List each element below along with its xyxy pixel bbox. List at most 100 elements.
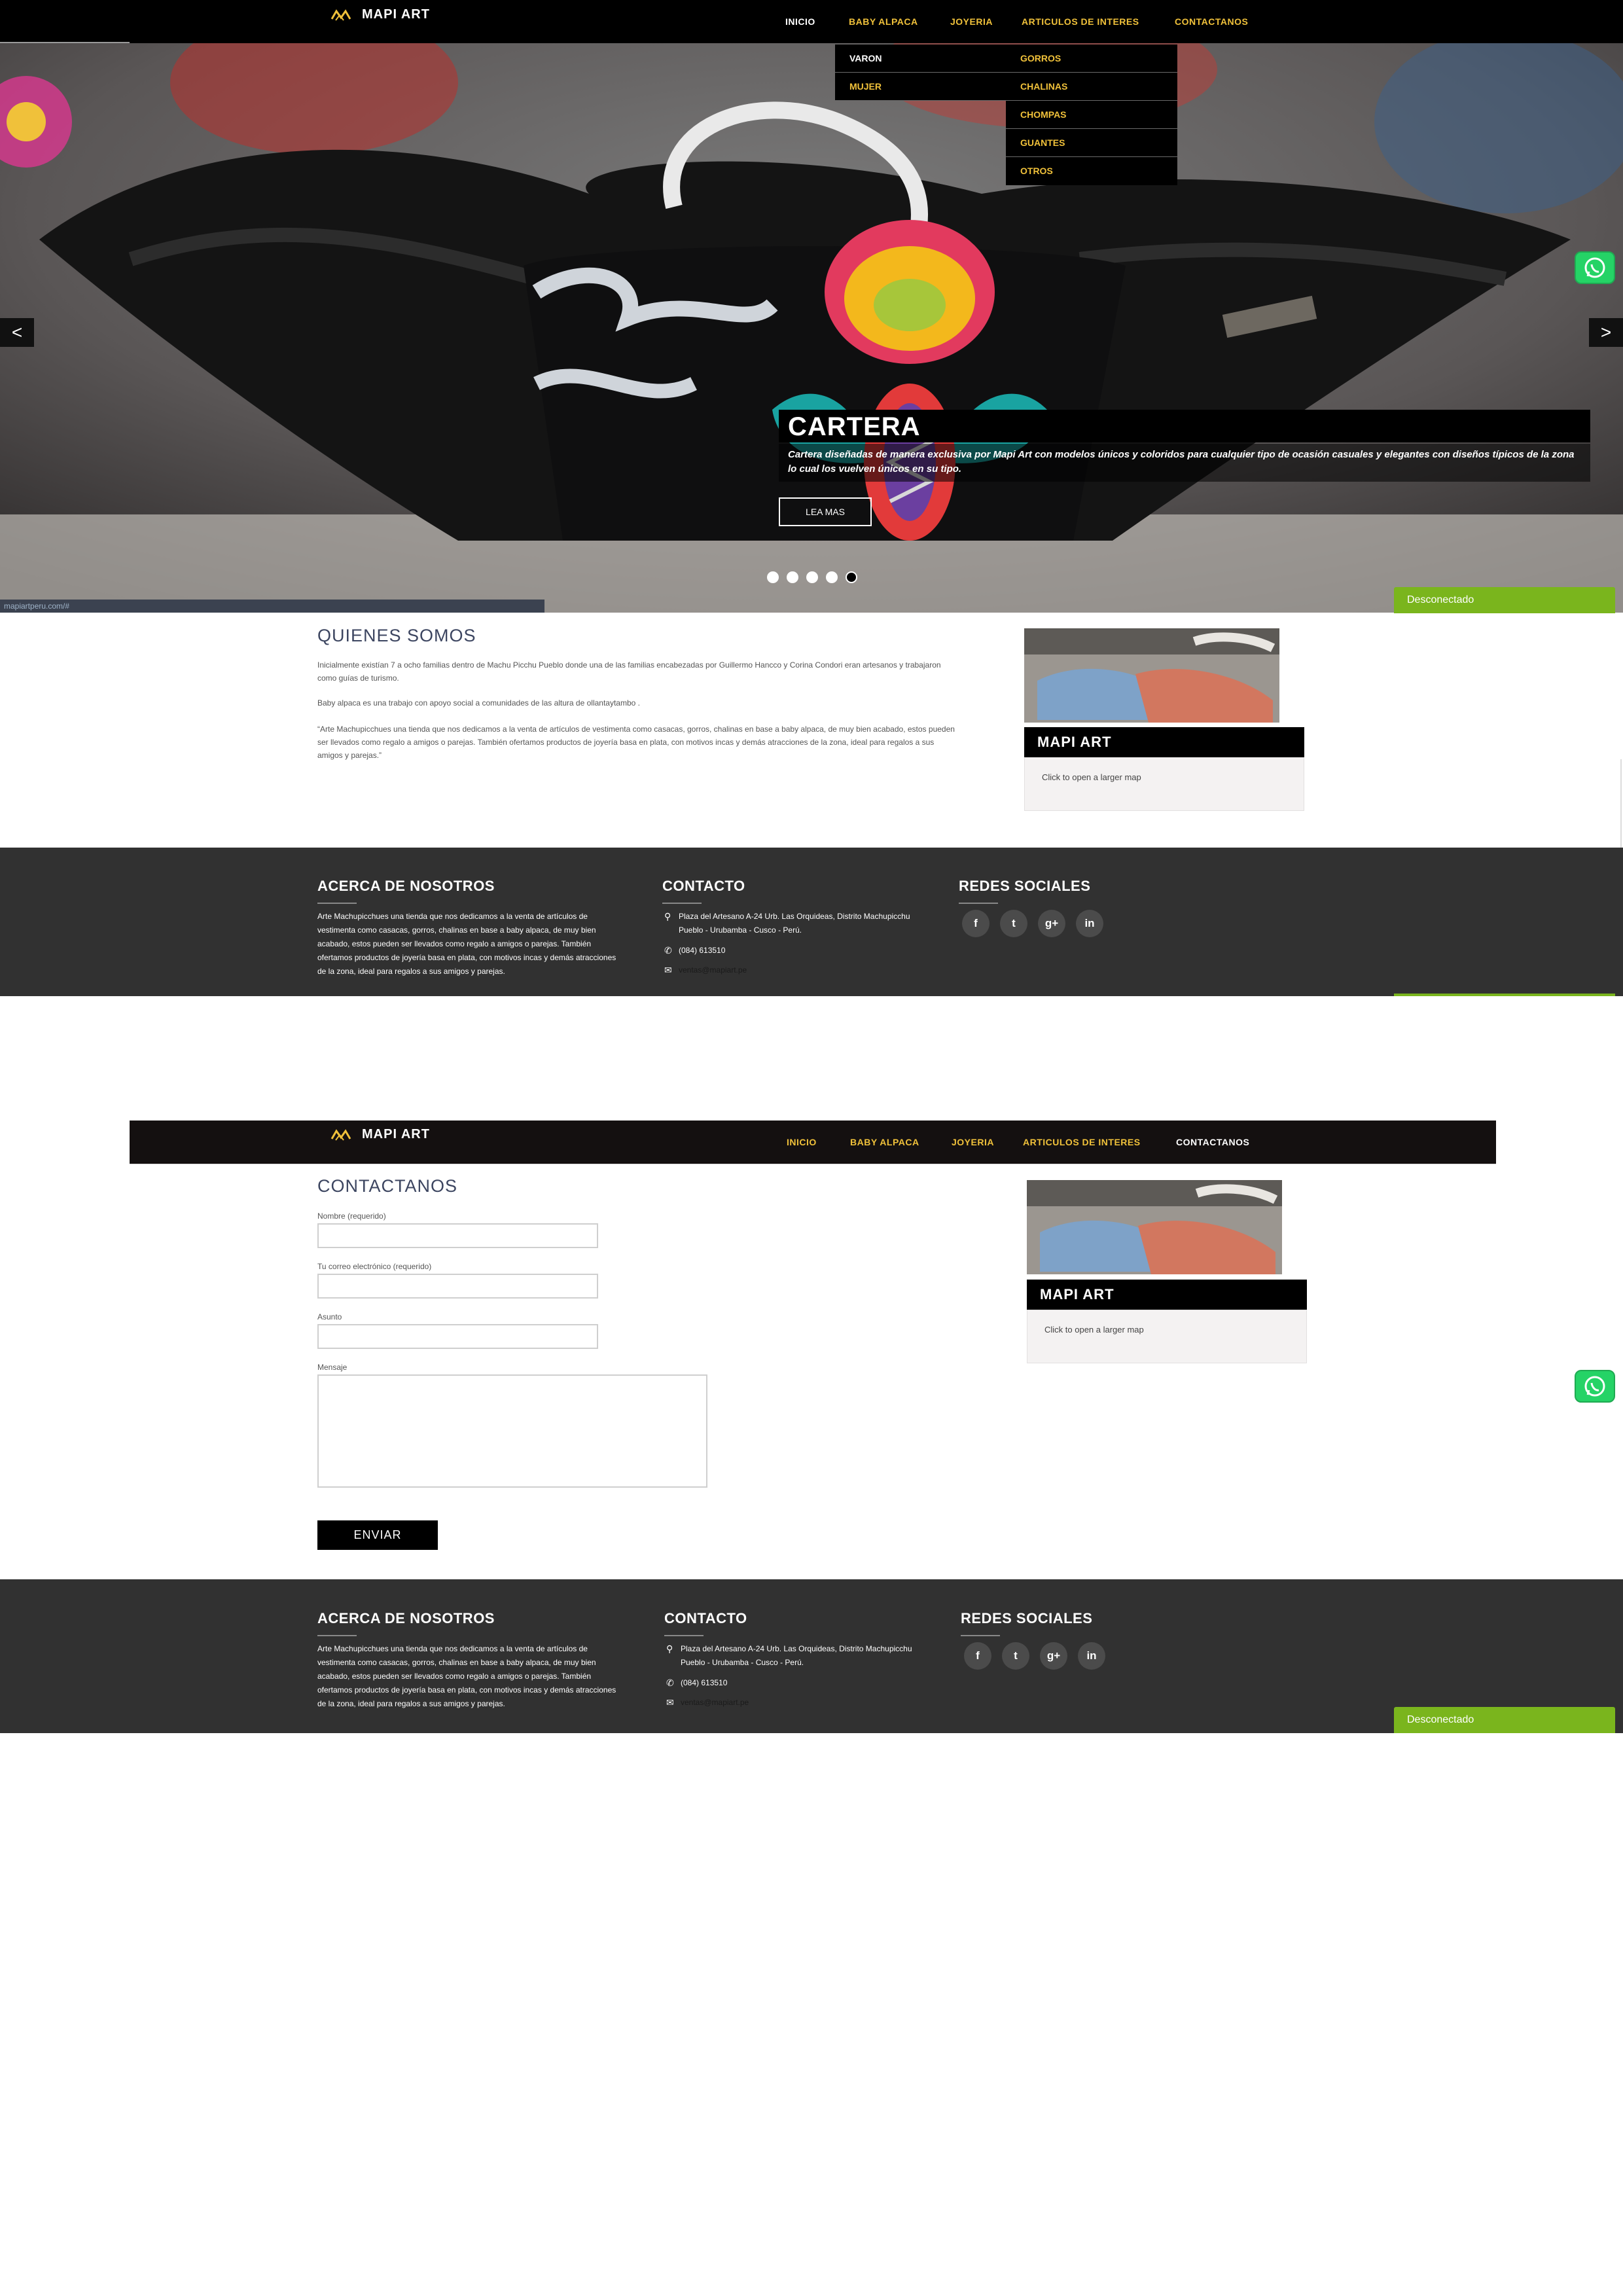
map-link[interactable]: Click to open a larger map bbox=[1042, 772, 1141, 782]
brand-name: MAPI ART bbox=[362, 7, 430, 22]
footer-contact-title: CONTACTO bbox=[664, 1610, 747, 1636]
whatsapp-icon bbox=[1584, 257, 1605, 278]
chat-status-pill-2[interactable]: Desconectado bbox=[1394, 1707, 1615, 1733]
message-textarea[interactable] bbox=[317, 1374, 707, 1488]
contact-title: CONTACTANOS bbox=[317, 1176, 458, 1196]
sidebar-title: MAPI ART bbox=[1024, 727, 1304, 757]
footer-address: ⚲ Plaza del Artesano A-24 Urb. Las Orqui… bbox=[666, 1642, 915, 1670]
dropdown-item-guantes[interactable]: GUANTES bbox=[1006, 129, 1177, 157]
email-input[interactable] bbox=[317, 1274, 598, 1299]
name-input[interactable] bbox=[317, 1223, 598, 1248]
nav-joyeria[interactable]: JOYERIA bbox=[952, 1137, 994, 1147]
sidebar-product-image bbox=[1024, 628, 1279, 723]
site-logo-2[interactable]: MAPI ART bbox=[330, 1127, 430, 1142]
slider-dot-3[interactable] bbox=[806, 571, 818, 583]
map-pin-icon: ⚲ bbox=[666, 1643, 673, 1654]
subject-label: Asunto bbox=[317, 1312, 342, 1321]
footer-address-text: Plaza del Artesano A-24 Urb. Las Orquide… bbox=[681, 1644, 912, 1667]
phone-icon: ✆ bbox=[664, 945, 672, 956]
dropdown-item-otros[interactable]: OTROS bbox=[1006, 157, 1177, 185]
nav-baby-alpaca[interactable]: BABY ALPACA bbox=[850, 1137, 919, 1147]
linkedin-icon[interactable]: in bbox=[1076, 910, 1103, 937]
footer-phone-text: (084) 613510 bbox=[681, 1678, 728, 1687]
mail-icon: ✉ bbox=[666, 1697, 674, 1708]
facebook-icon[interactable]: f bbox=[962, 910, 990, 937]
footer-phone: ✆ (084) 613510 bbox=[666, 1676, 727, 1690]
footer-contact-title: CONTACTO bbox=[662, 878, 745, 904]
nav-contactanos[interactable]: CONTACTANOS bbox=[1176, 1137, 1249, 1147]
top-navbar: MAPI ART INICIO BABY ALPACA JOYERIA ARTI… bbox=[0, 0, 1623, 43]
sidebar-product-image-2 bbox=[1027, 1180, 1282, 1274]
dropdown-item-chalinas[interactable]: CHALINAS bbox=[1006, 73, 1177, 101]
about-title: QUIENES SOMOS bbox=[317, 626, 476, 645]
dropdown-item-chompas[interactable]: CHOMPAS bbox=[1006, 101, 1177, 129]
sidebar-title-2: MAPI ART bbox=[1027, 1280, 1307, 1310]
nav-inicio[interactable]: INICIO bbox=[785, 16, 815, 27]
linkedin-icon[interactable]: in bbox=[1078, 1642, 1105, 1670]
footer-address: ⚲ Plaza del Artesano A-24 Urb. Las Orqui… bbox=[664, 910, 913, 937]
slider-dot-2[interactable] bbox=[787, 571, 798, 583]
sidebar-map-box-2: Click to open a larger map bbox=[1027, 1310, 1307, 1363]
google-plus-icon[interactable]: g+ bbox=[1038, 910, 1065, 937]
whatsapp-button-2[interactable] bbox=[1575, 1370, 1615, 1403]
footer-email-text[interactable]: ventas@mapiart.pe bbox=[679, 963, 747, 977]
map-link[interactable]: Click to open a larger map bbox=[1044, 1325, 1144, 1335]
message-label: Mensaje bbox=[317, 1363, 348, 1372]
footer-social-title: REDES SOCIALES bbox=[961, 1610, 1093, 1636]
email-label: Tu correo electrónico (requerido) bbox=[317, 1262, 432, 1271]
hero-slider: < > CARTERA Cartera diseñadas de manera … bbox=[0, 43, 1623, 613]
twitter-icon[interactable]: t bbox=[1000, 910, 1027, 937]
hero-bag-image bbox=[0, 43, 1623, 613]
slider-prev-button[interactable]: < bbox=[0, 318, 34, 347]
lea-mas-button[interactable]: LEA MAS bbox=[779, 497, 872, 526]
footer-email-text[interactable]: ventas@mapiart.pe bbox=[681, 1696, 749, 1710]
brand-name: MAPI ART bbox=[362, 1127, 430, 1141]
gloves-photo bbox=[1024, 628, 1279, 723]
chat-status-pill[interactable]: Desconectado bbox=[1394, 587, 1615, 613]
status-url-strip: mapiartperu.com/# bbox=[0, 600, 544, 613]
twitter-icon[interactable]: t bbox=[1002, 1642, 1029, 1670]
site-logo[interactable]: MAPI ART bbox=[330, 7, 430, 22]
sidebar-map-box: Click to open a larger map bbox=[1024, 757, 1304, 811]
enviar-button[interactable]: ENVIAR bbox=[317, 1520, 438, 1550]
slider-dot-1[interactable] bbox=[767, 571, 779, 583]
name-label: Nombre (requerido) bbox=[317, 1211, 386, 1221]
footer-social-title: REDES SOCIALES bbox=[959, 878, 1091, 904]
footer-about-title: ACERCA DE NOSOTROS bbox=[317, 878, 495, 904]
nav-articulos-de-interes[interactable]: ARTICULOS DE INTERES bbox=[1022, 16, 1139, 27]
about-paragraph-3: “Arte Machupicchues una tienda que nos d… bbox=[317, 725, 955, 760]
nav-joyeria[interactable]: JOYERIA bbox=[950, 16, 993, 27]
slide-title: CARTERA bbox=[779, 410, 1590, 442]
footer-address-text: Plaza del Artesano A-24 Urb. Las Orquide… bbox=[679, 912, 910, 935]
chat-status-edge bbox=[1394, 994, 1615, 996]
mapi-logo-icon bbox=[330, 1128, 351, 1141]
footer-email: ✉ ventas@mapiart.pe bbox=[666, 1696, 749, 1710]
footer-phone-text: (084) 613510 bbox=[679, 946, 726, 955]
whatsapp-button[interactable] bbox=[1575, 251, 1615, 284]
nav-articulos-de-interes[interactable]: ARTICULOS DE INTERES bbox=[1023, 1137, 1141, 1147]
slider-next-button[interactable]: > bbox=[1589, 318, 1623, 347]
footer-about-text: Arte Machupicchues una tienda que nos de… bbox=[317, 912, 616, 976]
slider-dot-5[interactable] bbox=[846, 571, 857, 583]
subject-input[interactable] bbox=[317, 1324, 598, 1349]
nav-contactanos[interactable]: CONTACTANOS bbox=[1175, 16, 1248, 27]
facebook-icon[interactable]: f bbox=[964, 1642, 991, 1670]
mail-icon: ✉ bbox=[664, 965, 672, 975]
slide-description: Cartera diseñadas de manera exclusiva po… bbox=[779, 444, 1590, 482]
footer-top: ACERCA DE NOSOTROS Arte Machupicchues un… bbox=[0, 848, 1623, 996]
footer-email: ✉ ventas@mapiart.pe bbox=[664, 963, 747, 977]
nav-inicio[interactable]: INICIO bbox=[787, 1137, 817, 1147]
slider-dot-4[interactable] bbox=[826, 571, 838, 583]
footer-phone: ✆ (084) 613510 bbox=[664, 944, 725, 958]
phone-icon: ✆ bbox=[666, 1677, 674, 1688]
about-paragraph-2: Baby alpaca es una trabajo con apoyo soc… bbox=[317, 698, 640, 708]
top-navbar-contact: MAPI ART INICIO BABY ALPACA JOYERIA ARTI… bbox=[130, 1121, 1496, 1164]
gloves-photo bbox=[1027, 1180, 1282, 1274]
scroll-edge-line bbox=[1620, 759, 1622, 851]
dropdown-item-gorros[interactable]: GORROS bbox=[1006, 45, 1177, 73]
mapi-logo-icon bbox=[330, 9, 351, 21]
nav-baby-alpaca[interactable]: BABY ALPACA bbox=[849, 16, 918, 27]
about-paragraph-1: Inicialmente existían 7 a ocho familias … bbox=[317, 660, 941, 683]
footer-about-text: Arte Machupicchues una tienda que nos de… bbox=[317, 1644, 616, 1708]
google-plus-icon[interactable]: g+ bbox=[1040, 1642, 1067, 1670]
